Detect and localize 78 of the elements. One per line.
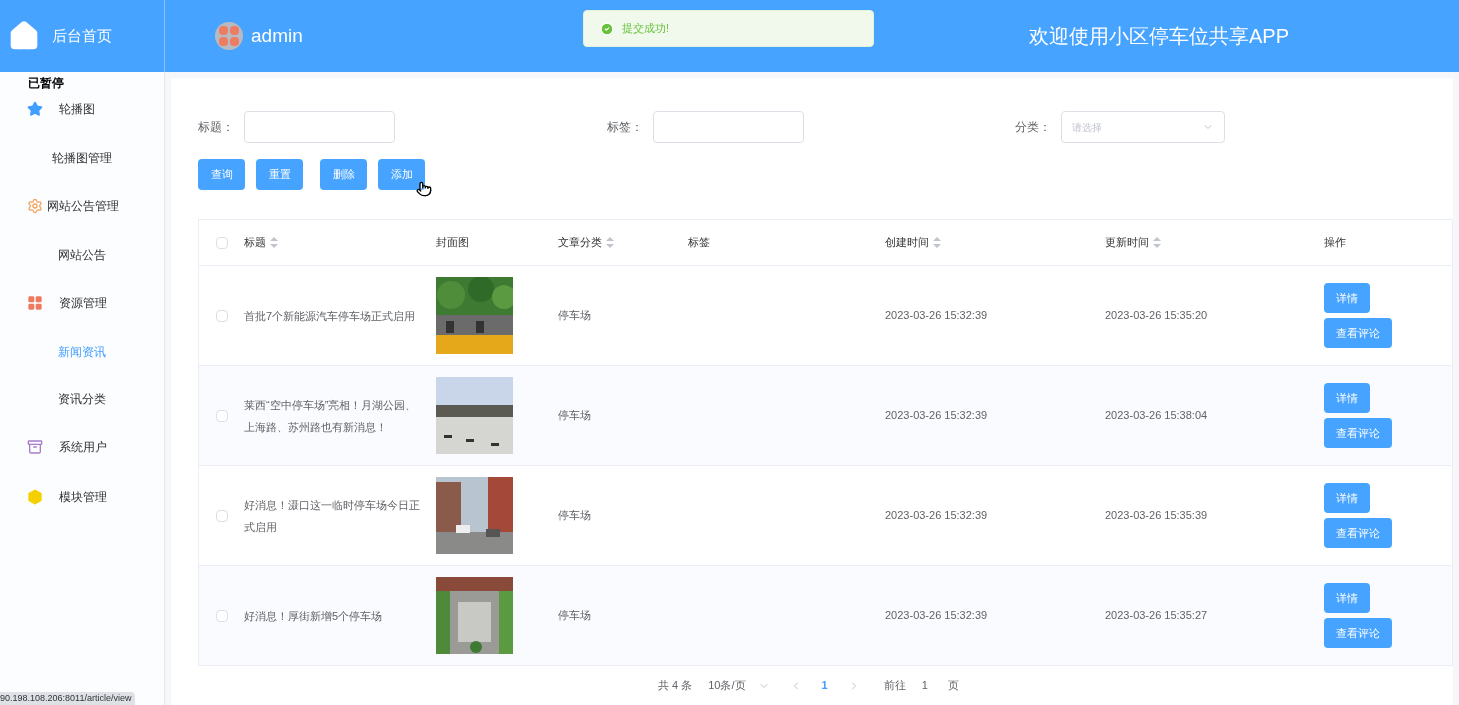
sidebar-item[interactable]: 资讯分类 [0, 375, 164, 422]
article-title: 好消息！厚街新增5个停车场 [244, 608, 384, 624]
column-header: 文章分类 [558, 235, 602, 251]
detail-button[interactable]: 详情 [1324, 383, 1370, 413]
page-number[interactable]: 1 [821, 677, 828, 694]
column-header: 创建时间 [885, 235, 929, 251]
row-checkbox[interactable] [215, 609, 228, 622]
total-count: 共 4 条 [658, 678, 693, 694]
updated-time: 2023-03-26 15:35:39 [1105, 509, 1208, 522]
column-header: 标签 [688, 235, 710, 251]
sort-icon[interactable] [270, 237, 278, 248]
sidebar-menu[interactable]: 网站公告管理 [0, 181, 164, 231]
goto-suffix: 页 [947, 678, 959, 694]
created-time: 2023-03-26 15:32:39 [885, 509, 988, 522]
article-title: 好消息！滠口这一临时停车场今日正式启用 [244, 497, 420, 535]
gear-icon [27, 198, 43, 214]
filter-label: 分类： [1015, 119, 1052, 136]
hand-cursor-icon [416, 181, 432, 197]
sidebar-item[interactable]: 网站公告 [0, 231, 164, 278]
filter-input[interactable] [244, 111, 395, 143]
select-all-checkbox[interactable] [215, 236, 228, 249]
avatar-icon[interactable] [215, 22, 243, 50]
column-header: 封面图 [436, 235, 469, 251]
updated-time: 2023-03-26 15:38:04 [1105, 409, 1208, 422]
user-name[interactable]: admin [251, 21, 303, 51]
updated-time: 2023-03-26 15:35:20 [1105, 309, 1208, 322]
column-header: 标题 [244, 235, 266, 251]
comments-button[interactable]: 查看评论 [1324, 418, 1392, 448]
toast-message: 提交成功! [622, 21, 670, 37]
sidebar-menu[interactable]: 模块管理 [0, 472, 164, 522]
article-title: 首批7个新能源汽车停车场正式启用 [244, 308, 417, 324]
filter-label: 标签： [607, 119, 644, 136]
sidebar-item[interactable]: 新闻资讯 [0, 328, 164, 375]
grid-icon [27, 295, 43, 311]
action-button[interactable]: 查询 [198, 159, 245, 190]
action-button[interactable]: 添加 [378, 159, 425, 190]
goto-page-input[interactable]: 1 [921, 677, 928, 694]
comments-button[interactable]: 查看评论 [1324, 618, 1392, 648]
created-time: 2023-03-26 15:32:39 [885, 409, 988, 422]
action-button[interactable]: 删除 [320, 159, 367, 190]
sidebar-menu[interactable]: 系统用户 [0, 422, 164, 472]
sort-icon[interactable] [933, 237, 941, 248]
detail-button[interactable]: 详情 [1324, 583, 1370, 613]
comments-button[interactable]: 查看评论 [1324, 518, 1392, 548]
sort-icon[interactable] [606, 237, 614, 248]
category-cell: 停车场 [558, 309, 591, 322]
created-time: 2023-03-26 15:32:39 [885, 309, 988, 322]
comments-button[interactable]: 查看评论 [1324, 318, 1392, 348]
column-header: 操作 [1324, 235, 1346, 251]
cube-icon [27, 489, 43, 505]
row-checkbox[interactable] [215, 509, 228, 522]
archive-icon [27, 439, 43, 455]
status-url: 90.198.108.206:8011/article/view [0, 691, 136, 705]
category-cell: 停车场 [558, 509, 591, 522]
detail-button[interactable]: 详情 [1324, 283, 1370, 313]
sidebar-menu[interactable]: 资源管理 [0, 278, 164, 328]
sidebar-item[interactable]: 轮播图管理 [0, 134, 164, 181]
welcome-title: 欢迎使用小区停车位共享APP [1028, 24, 1289, 49]
article-title: 莱西“空中停车场”亮相！月湖公园、上海路、苏州路也有新消息！ [244, 397, 418, 435]
sort-icon[interactable] [1153, 237, 1161, 248]
category-cell: 停车场 [558, 409, 591, 422]
check-icon [600, 21, 614, 36]
filter-label: 标题： [198, 119, 235, 136]
filter-input[interactable] [653, 111, 804, 143]
category-cell: 停车场 [558, 609, 591, 622]
star-icon [27, 101, 43, 117]
goto-label: 前往 [883, 678, 906, 694]
column-header: 更新时间 [1105, 235, 1149, 251]
row-checkbox[interactable] [215, 309, 228, 322]
detail-button[interactable]: 详情 [1324, 483, 1370, 513]
created-time: 2023-03-26 15:32:39 [885, 609, 988, 622]
home-icon[interactable] [8, 20, 40, 52]
page-size-select[interactable]: 10条/页 [708, 677, 770, 694]
brand-title[interactable]: 后台首页 [52, 24, 112, 48]
paused-label: 已暂停 [28, 75, 64, 92]
action-button[interactable]: 重置 [256, 159, 303, 190]
row-checkbox[interactable] [215, 409, 228, 422]
updated-time: 2023-03-26 15:35:27 [1105, 609, 1208, 622]
